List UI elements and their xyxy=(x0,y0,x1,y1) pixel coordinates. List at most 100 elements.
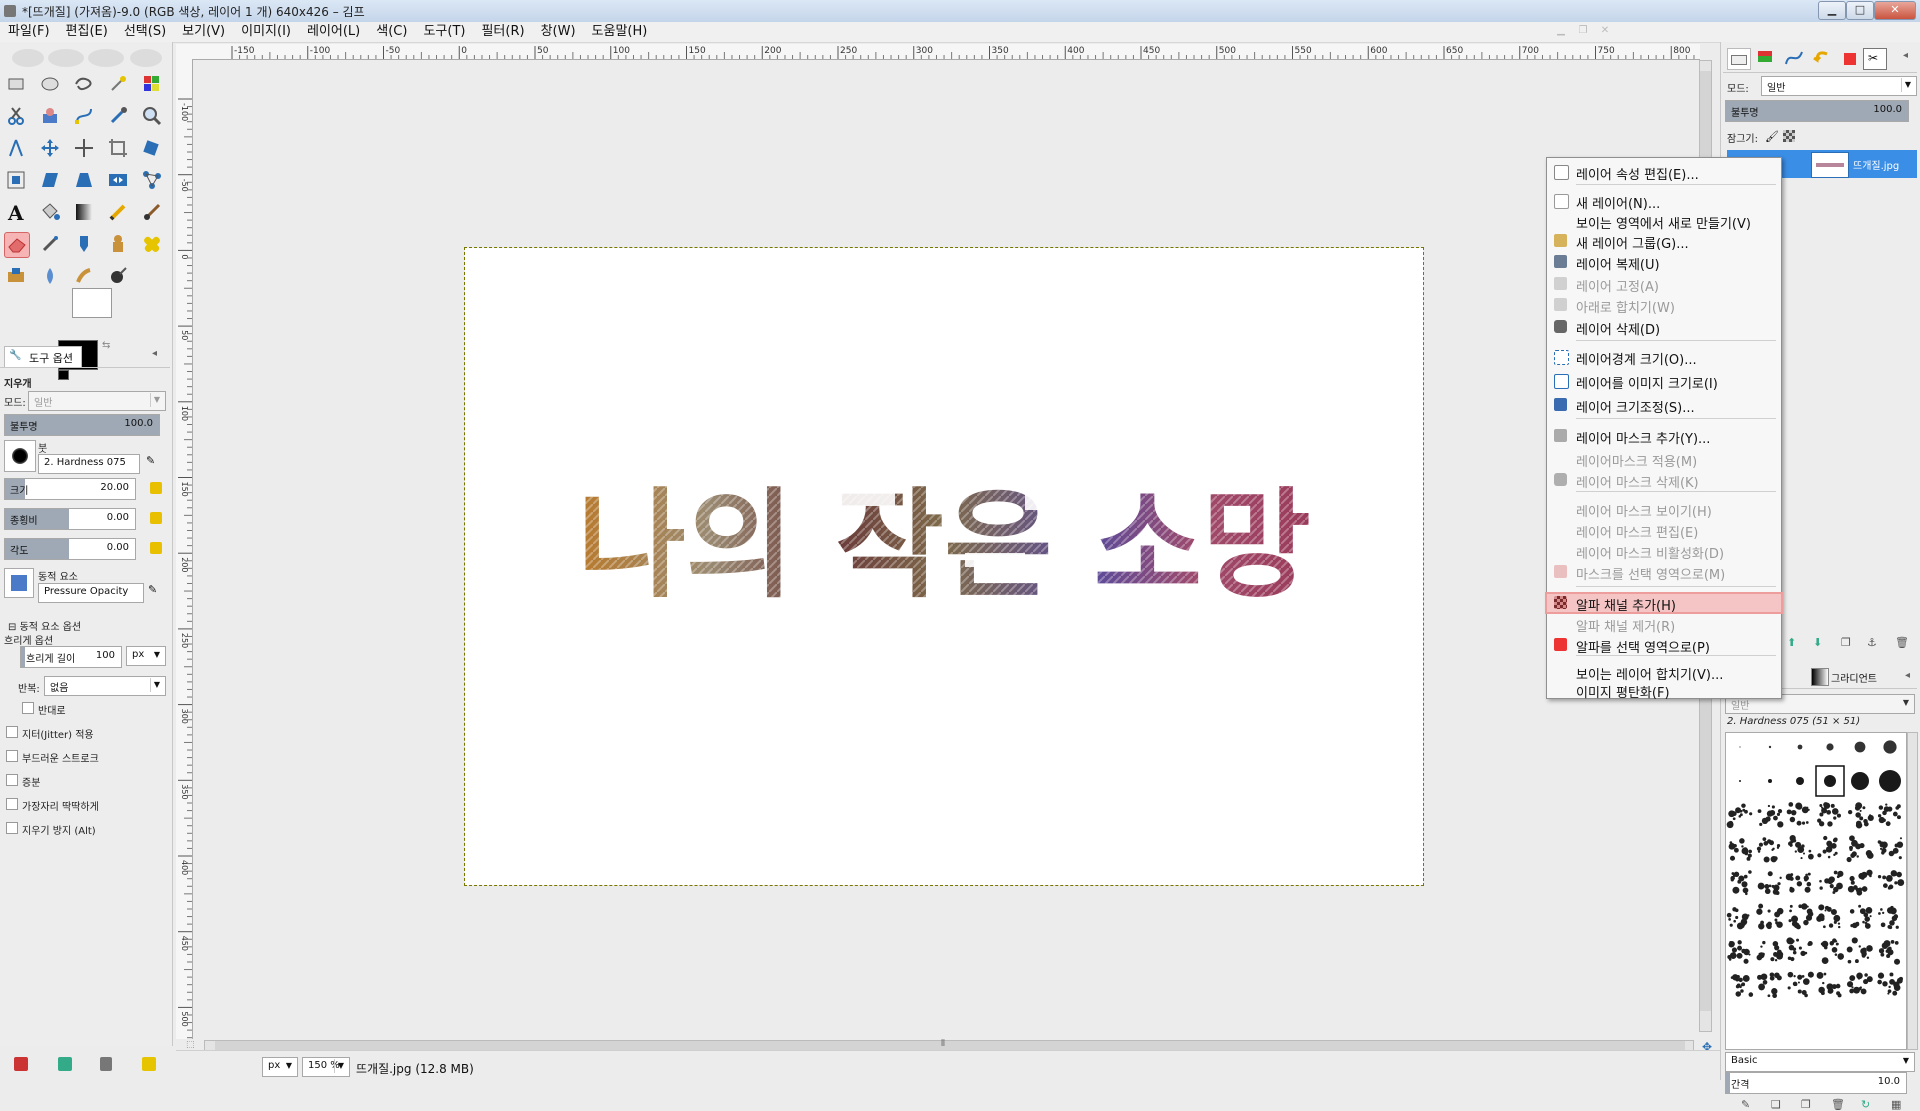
edit-brush-dock-icon[interactable]: ✎ xyxy=(1741,1098,1750,1111)
menu-item-7[interactable]: 레이어 삭제(D) xyxy=(1547,318,1781,338)
brush-preview[interactable] xyxy=(4,440,36,472)
menu-item-5[interactable]: 레이어 고정(A) xyxy=(1547,275,1781,295)
tab-gradients[interactable]: 그라디언트 xyxy=(1811,668,1897,686)
reset-options-icon[interactable] xyxy=(142,1057,156,1071)
menu-image[interactable]: 이미지(I) xyxy=(233,22,299,42)
brush-swatch[interactable] xyxy=(1739,746,1741,748)
brush-swatch[interactable] xyxy=(1797,744,1803,750)
new-brush-icon[interactable]: ❑ xyxy=(1771,1098,1781,1111)
menu-help[interactable]: 도움말(H) xyxy=(584,22,656,42)
free-select-icon[interactable] xyxy=(72,72,96,96)
menu-item-22[interactable]: 이미지 평탄화(F) xyxy=(1547,681,1781,701)
menu-item-17[interactable]: 마스크를 선택 영역으로(M) xyxy=(1547,563,1781,583)
anchor-layer-icon[interactable]: ⚓ xyxy=(1867,636,1877,649)
perspective-clone-icon[interactable] xyxy=(4,264,28,288)
brush-swatch[interactable] xyxy=(1817,802,1841,827)
brush-swatch[interactable] xyxy=(1786,802,1810,826)
fade-unit-select[interactable]: px ▼ xyxy=(126,646,166,666)
mdi-close-icon[interactable]: ✕ xyxy=(1596,25,1614,39)
brush-swatch[interactable] xyxy=(1768,779,1772,783)
brush-swatch[interactable] xyxy=(1877,972,1903,996)
menu-view[interactable]: 보기(V) xyxy=(174,22,233,42)
brushes-dock-menu-icon[interactable]: ◂ xyxy=(1905,670,1910,681)
paths-icon[interactable] xyxy=(72,104,96,128)
quick-mask-icon[interactable]: ⬚ xyxy=(186,1040,195,1050)
menu-item-12[interactable]: 레이어마스크 적용(M) xyxy=(1547,450,1781,470)
menu-item-13[interactable]: 레이어 마스크 삭제(K) xyxy=(1547,471,1781,491)
brush-swatch[interactable] xyxy=(1757,871,1782,895)
panel-menu-icon[interactable]: ◂ xyxy=(152,348,157,359)
measure-icon[interactable] xyxy=(4,136,28,160)
menu-item-6[interactable]: 아래로 합치기(W) xyxy=(1547,296,1781,316)
brush-swatch[interactable] xyxy=(1757,972,1782,999)
blend-icon[interactable] xyxy=(72,200,96,224)
open-brush-as-image-icon[interactable]: ▦ xyxy=(1891,1098,1901,1111)
incremental-checkbox[interactable] xyxy=(6,774,18,786)
brush-swatch[interactable] xyxy=(1820,938,1845,964)
brush-swatch[interactable] xyxy=(1757,804,1784,828)
tab-tool-icon[interactable]: ✂ xyxy=(1863,48,1887,70)
brush-spacing-slider[interactable]: 간격 10.0 xyxy=(1725,1072,1907,1094)
brush-swatch[interactable] xyxy=(1816,972,1842,998)
layers-mode-select[interactable]: 일반 ▼ xyxy=(1761,76,1917,96)
dodge-burn-icon[interactable] xyxy=(106,264,130,288)
lock-alpha-icon[interactable] xyxy=(1783,130,1795,142)
delete-layer-icon[interactable]: 🗑 xyxy=(1895,636,1909,649)
reset-size-icon[interactable] xyxy=(150,482,162,494)
fuzzy-select-icon[interactable] xyxy=(106,72,130,96)
vertical-ruler[interactable]: -100 -50 0 50 100 150 200 250 300 350 400 450 500 xyxy=(176,59,193,1077)
save-options-icon[interactable] xyxy=(14,1057,28,1071)
brush-swatch[interactable] xyxy=(1726,803,1753,829)
edit-brush-icon[interactable]: ✎ xyxy=(146,454,155,467)
scale-icon[interactable] xyxy=(4,168,28,192)
default-colors-icon[interactable] xyxy=(58,370,69,380)
ellipse-select-icon[interactable] xyxy=(38,72,62,96)
rotate-icon[interactable] xyxy=(140,136,164,160)
crop-icon[interactable] xyxy=(106,136,130,160)
menu-item-20[interactable]: 알파를 선택 영역으로(P) xyxy=(1547,636,1781,656)
tab-undo-history-icon[interactable] xyxy=(1811,48,1833,68)
clone-icon[interactable] xyxy=(106,232,130,256)
menu-item-21[interactable]: 보이는 레이어 합치기(V)... xyxy=(1547,663,1781,683)
scissors-select-icon[interactable] xyxy=(4,104,28,128)
brush-grid[interactable] xyxy=(1725,732,1907,1050)
hard-edge-checkbox[interactable] xyxy=(6,798,18,810)
menu-item-8[interactable]: 레이어경계 크기(O)... xyxy=(1547,348,1781,368)
menu-item-3[interactable]: 새 레이어 그룹(G)... xyxy=(1547,232,1781,252)
menu-colors[interactable]: 색(C) xyxy=(368,22,415,42)
smooth-stroke-checkbox[interactable] xyxy=(6,750,18,762)
menu-item-11[interactable]: 레이어 마스크 추가(Y)... xyxy=(1547,427,1781,447)
brush-swatch[interactable] xyxy=(1854,741,1866,753)
raise-layer-icon[interactable]: ⬆ xyxy=(1787,636,1796,649)
menu-windows[interactable]: 창(W) xyxy=(533,22,584,42)
restore-options-icon[interactable] xyxy=(58,1057,72,1071)
opacity-slider[interactable]: 불투명 100.0 xyxy=(4,414,160,436)
brush-scrollbar[interactable] xyxy=(1907,732,1918,1050)
menu-edit[interactable]: 편집(E) xyxy=(58,22,116,42)
foreground-select-icon[interactable] xyxy=(38,104,62,128)
repeat-select[interactable]: 없음 ▼ xyxy=(44,676,166,696)
horizontal-ruler[interactable]: -150 -100 -50 0 50 100 150 200 250 300 350 400 450 50… xyxy=(192,44,1740,60)
menu-item-9[interactable]: 레이어를 이미지 크기로(I) xyxy=(1547,372,1781,392)
brush-swatch[interactable] xyxy=(1728,838,1752,861)
mode-select[interactable]: 일반 ▼ xyxy=(28,391,166,411)
jitter-checkbox[interactable] xyxy=(6,726,18,738)
brush-swatch[interactable] xyxy=(1846,937,1873,964)
dynamics-options-expander[interactable]: ⊟ 동적 요소 옵션 xyxy=(8,618,81,633)
brush-swatch[interactable] xyxy=(1785,872,1812,893)
menu-item-18[interactable]: 알파 채널 추가(H) xyxy=(1545,592,1783,614)
brush-swatch[interactable] xyxy=(1756,903,1784,930)
menu-item-16[interactable]: 레이어 마스크 비활성화(D) xyxy=(1547,542,1781,562)
text-icon[interactable]: A xyxy=(4,200,28,225)
brush-swatch[interactable] xyxy=(1877,803,1901,827)
brush-swatch[interactable] xyxy=(1877,837,1904,860)
brush-swatch[interactable] xyxy=(1817,835,1838,859)
brush-select[interactable]: 2. Hardness 075 xyxy=(38,454,140,474)
refresh-brushes-icon[interactable]: ↻ xyxy=(1861,1098,1870,1111)
blur-icon[interactable] xyxy=(38,264,62,288)
brush-swatch[interactable] xyxy=(1730,870,1752,896)
menu-filters[interactable]: 필터(R) xyxy=(473,22,532,42)
brush-swatch[interactable] xyxy=(1727,940,1751,964)
menu-file[interactable]: 파일(F) xyxy=(0,22,58,42)
maximize-button[interactable]: □ xyxy=(1846,1,1874,20)
